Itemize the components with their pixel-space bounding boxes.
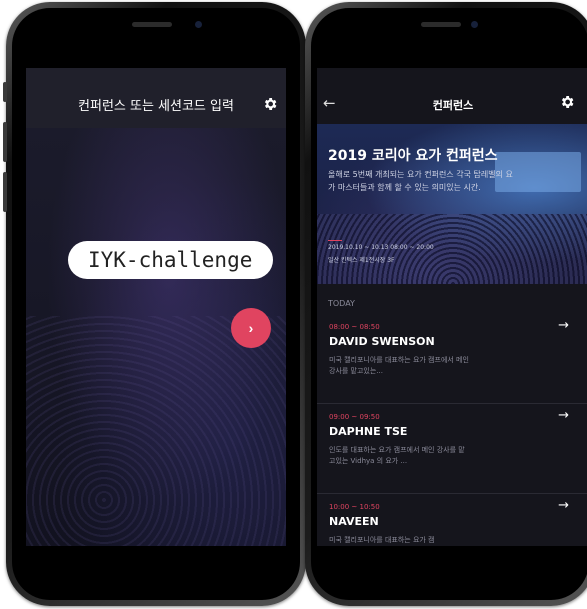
conference-date: 2019.10.10 ~ 10.13 08:00 ~ 20:00 [328,244,434,251]
app-header: ← 컨퍼런스 [317,68,587,124]
volume-up-button [3,122,7,162]
front-camera [195,21,202,28]
submit-code-button[interactable]: › [231,308,271,348]
phone-bezel: ← 컨퍼런스 2019 코리아 요가 컨퍼런스 올해로 5번째 개최되는 요가 … [311,8,587,600]
session-speaker: NAVEEN [329,515,379,528]
earpiece-speaker [421,22,461,27]
conference-screen: ← 컨퍼런스 2019 코리아 요가 컨퍼런스 올해로 5번째 개최되는 요가 … [317,68,587,546]
gear-icon[interactable] [262,96,278,112]
phone-frame-left: 컨퍼런스 또는 세션코드 입력 › [3,2,306,606]
session-item[interactable]: 09:00 ~ 09:50 DAPHNE TSE 인도를 대표하는 요가 캠프에… [317,403,587,494]
session-description: 미국 캘리포니아를 대표하는 요가 캠 [329,536,435,544]
session-item[interactable]: 08:00 ~ 08:50 DAVID SWENSON 미국 캘리포니아를 대표… [317,313,587,404]
session-speaker: DAPHNE TSE [329,425,408,438]
front-camera [471,21,478,28]
app-header: 컨퍼런스 또는 세션코드 입력 [26,68,286,128]
phone-frame-right: ← 컨퍼런스 2019 코리아 요가 컨퍼런스 올해로 5번째 개최되는 요가 … [305,2,587,606]
conference-title: 2019 코리아 요가 컨퍼런스 [328,148,498,164]
arrow-right-icon[interactable]: → [558,498,569,513]
phone-bezel: 컨퍼런스 또는 세션코드 입력 › [12,8,300,600]
session-description: 미국 캘리포니아를 대표하는 요가 캠프에서 메인 강사를 맡고있는... [329,356,469,375]
session-description: 인도를 대표하는 요가 캠프에서 메인 강사를 맡고있는 Vidhya 의 요가… [329,446,465,465]
session-time: 10:00 ~ 10:50 [329,503,380,511]
page-title: 컨퍼런스 [432,99,474,112]
conference-description: 올해로 5번째 개최되는 요가 컨퍼런스 각국 탑레벨의 요가 마스터들과 함께… [328,170,513,192]
session-item[interactable]: 10:00 ~ 10:50 NAVEEN 미국 캘리포니아를 대표하는 요가 캠… [317,493,587,546]
arrow-right-icon[interactable]: → [558,318,569,333]
conference-hero-banner[interactable]: 2019 코리아 요가 컨퍼런스 올해로 5번째 개최되는 요가 컨퍼런스 각국… [317,124,587,284]
chevron-right-icon: › [248,320,254,336]
earpiece-speaker [132,22,172,27]
section-label-today: TODAY [328,299,355,308]
conference-venue: 일산 킨텍스 제1전시장 3F [328,257,395,264]
volume-down-button [3,172,7,212]
audience-silhouette [26,316,286,546]
session-code-input[interactable] [68,241,273,279]
page-title: 컨퍼런스 또는 세션코드 입력 [78,99,234,114]
arrow-right-icon[interactable]: → [558,408,569,423]
code-entry-screen: 컨퍼런스 또는 세션코드 입력 › [26,68,286,546]
gear-icon[interactable] [559,94,575,110]
accent-divider [328,240,342,241]
session-speaker: DAVID SWENSON [329,335,435,348]
session-time: 09:00 ~ 09:50 [329,413,380,421]
session-time: 08:00 ~ 08:50 [329,323,380,331]
mute-switch [3,82,7,102]
